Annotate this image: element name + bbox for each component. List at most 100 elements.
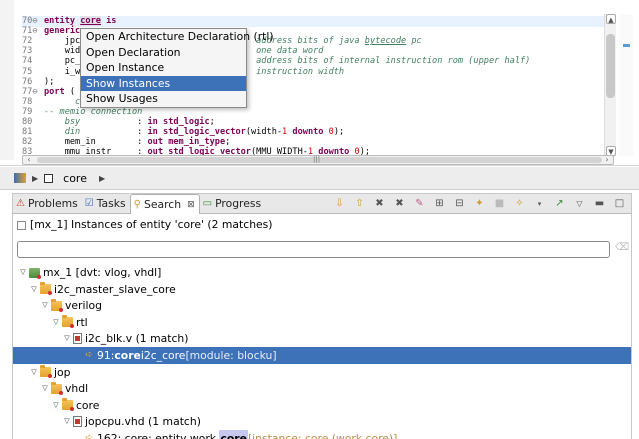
error-decorator-icon — [37, 274, 41, 279]
search-summary-text: [mx_1] Instances of entity 'core' (2 mat… — [30, 218, 273, 231]
run-search-icon[interactable]: ✦ — [474, 198, 485, 209]
pin-search-icon[interactable]: ↗ — [554, 198, 565, 209]
context-menu-item[interactable]: Open Architecture Declaration (rtl) — [81, 29, 274, 45]
tree-node[interactable]: ▽ i2c_blk.v (1 match) — [13, 330, 631, 347]
scroll-right-icon[interactable]: › — [602, 155, 612, 164]
code-token: generic — [44, 26, 81, 37]
overview-marker[interactable] — [623, 44, 630, 47]
previous-match-icon[interactable]: ⇧ — [354, 198, 365, 209]
tree-node[interactable]: ▽ verilog — [13, 297, 631, 314]
tab-progress[interactable]: ▭ Progress — [200, 194, 266, 213]
clear-filter-icon[interactable]: ⌫ — [615, 242, 629, 256]
match-context-tag: [module: blocku] — [185, 349, 277, 362]
code-token: -- memio connection — [44, 106, 143, 117]
tree-node-label: rtl — [76, 315, 88, 329]
search-view: [mx_1] Instances of entity 'core' (2 mat… — [12, 214, 632, 439]
tree-node-label: i2c_blk.v (1 match) — [85, 332, 189, 346]
pin-icon[interactable]: ✎ — [414, 198, 425, 209]
scroll-left-icon[interactable]: ‹ — [24, 155, 34, 164]
history-dropdown-icon[interactable]: ▾ — [534, 200, 545, 208]
code-token: ( — [64, 86, 76, 97]
expand-toggle-icon[interactable]: ▽ — [28, 281, 40, 298]
breadcrumb-item-core[interactable]: core — [63, 172, 87, 185]
context-menu: Open Architecture Declaration (rtl) Open … — [80, 28, 274, 108]
remove-match-icon[interactable]: ✖ — [374, 198, 385, 209]
tree-node-label: jopcpu.vhd (1 match) — [85, 415, 201, 429]
code-token: entity — [44, 16, 81, 26]
code-token: wid — [44, 46, 81, 57]
context-menu-item[interactable]: Show Instances — [81, 75, 246, 91]
match-context-tag: [instance: core (work.core)] — [247, 432, 398, 439]
problems-icon: ⚠ — [16, 198, 25, 209]
scroll-up-icon[interactable]: ▲ — [606, 14, 616, 24]
context-menu-item[interactable]: Show Usages — [81, 91, 246, 107]
folder-icon — [62, 315, 74, 329]
tree-node[interactable]: ▽ rtl — [13, 314, 631, 331]
stop-search-icon[interactable]: ■ — [494, 198, 505, 209]
expand-toggle-icon[interactable]: ▽ — [28, 364, 40, 381]
tab-search[interactable]: ⚲ Search ⊠ — [129, 193, 200, 215]
view-menu-icon[interactable]: ▽ — [574, 199, 585, 208]
chevron-right-icon[interactable]: ▶ — [32, 174, 38, 183]
search-view-toolbar: ⇩ ⇧ ✖ ✖ ✎ ⊞ ⊟ ✦ ■ ✧ ▾ ↗ ▽ ▬ □ — [334, 194, 625, 213]
scroll-thumb[interactable] — [606, 34, 615, 98]
expand-toggle-icon[interactable]: ▽ — [50, 314, 62, 331]
code-token: ); — [44, 76, 55, 87]
match-highlight: core — [219, 430, 248, 439]
editor-nav-icon[interactable] — [14, 173, 26, 183]
minimize-icon[interactable]: ▬ — [594, 198, 605, 209]
remove-all-matches-icon[interactable]: ✖ — [394, 198, 405, 209]
tab-label: Search — [143, 198, 182, 211]
chevron-right-icon[interactable]: ▶ — [99, 174, 105, 183]
search-match-row[interactable]: ➪ 91: core i2c_core [module: blocku] — [13, 347, 631, 364]
code-token: mem_in_type — [168, 137, 226, 148]
expand-toggle-icon[interactable]: ▽ — [50, 397, 62, 414]
code-token: is — [100, 16, 117, 26]
code-token: ; — [209, 117, 215, 127]
folder-icon — [51, 381, 63, 395]
code-token: out — [147, 137, 164, 148]
search-icon: ⚲ — [133, 199, 141, 210]
tree-node[interactable]: ▽ core — [13, 397, 631, 414]
tree-node[interactable]: ▽ jop — [13, 364, 631, 381]
code-token: downto — [292, 127, 324, 138]
search-match-row[interactable]: ➪ 162: core: entity work. core [instance: … — [13, 430, 631, 439]
code-token: std_logic_vector — [163, 127, 246, 138]
close-icon[interactable]: ⊠ — [187, 200, 195, 210]
search-filter-input[interactable] — [17, 241, 610, 258]
expand-toggle-icon[interactable]: ▽ — [39, 380, 51, 397]
context-menu-item[interactable]: Open Instance — [81, 60, 246, 76]
expand-toggle-icon[interactable]: ▽ — [39, 297, 51, 314]
expand-toggle-icon[interactable]: ▽ — [61, 413, 73, 430]
tree-node[interactable]: ▽ i2c_master_slave_core — [13, 281, 631, 298]
tab-problems[interactable]: ⚠ Problems — [13, 194, 82, 213]
summary-checkbox[interactable] — [17, 220, 26, 230]
code-token: std_logic — [163, 117, 210, 127]
code-token: ); — [333, 127, 345, 138]
next-match-icon[interactable]: ⇩ — [334, 198, 345, 209]
collapse-all-icon[interactable]: ⊟ — [454, 198, 465, 209]
tree-node[interactable]: ▽ vhdl — [13, 380, 631, 397]
expand-toggle-icon[interactable]: ▽ — [61, 330, 73, 347]
code-token: jpc — [44, 36, 81, 47]
horizontal-scrollbar[interactable]: ‹ ||| › — [22, 155, 614, 165]
scroll-grip-icon: ||| — [313, 155, 321, 163]
maximize-icon[interactable]: □ — [614, 198, 625, 209]
tasks-icon: ☑ — [84, 198, 94, 209]
tree-node[interactable]: ▽ jopcpu.vhd (1 match) — [13, 413, 631, 430]
project-icon — [29, 267, 41, 279]
vertical-scrollbar[interactable]: ▲ ▼ — [604, 14, 616, 156]
code-editor[interactable]: 70⊖ entity core is 71⊖ generic 72 jpc addres… — [0, 0, 639, 166]
match-rest: i2c_core — [140, 349, 186, 362]
expand-toggle-icon[interactable]: ▽ — [17, 264, 29, 281]
match-prefix: 162: core: entity work. — [97, 432, 220, 439]
code-token: : — [80, 127, 148, 138]
search-history-icon[interactable]: ✧ — [514, 198, 525, 209]
code-token: din — [44, 127, 81, 138]
file-icon — [73, 416, 82, 428]
tab-tasks[interactable]: ☑ Tasks — [82, 194, 130, 213]
context-menu-item[interactable]: Open Declaration — [81, 45, 246, 61]
overview-ruler[interactable] — [619, 14, 633, 156]
expand-all-icon[interactable]: ⊞ — [434, 198, 445, 209]
tree-node[interactable]: ▽ mx_1 [dvt: vlog, vhdl] — [13, 264, 631, 281]
